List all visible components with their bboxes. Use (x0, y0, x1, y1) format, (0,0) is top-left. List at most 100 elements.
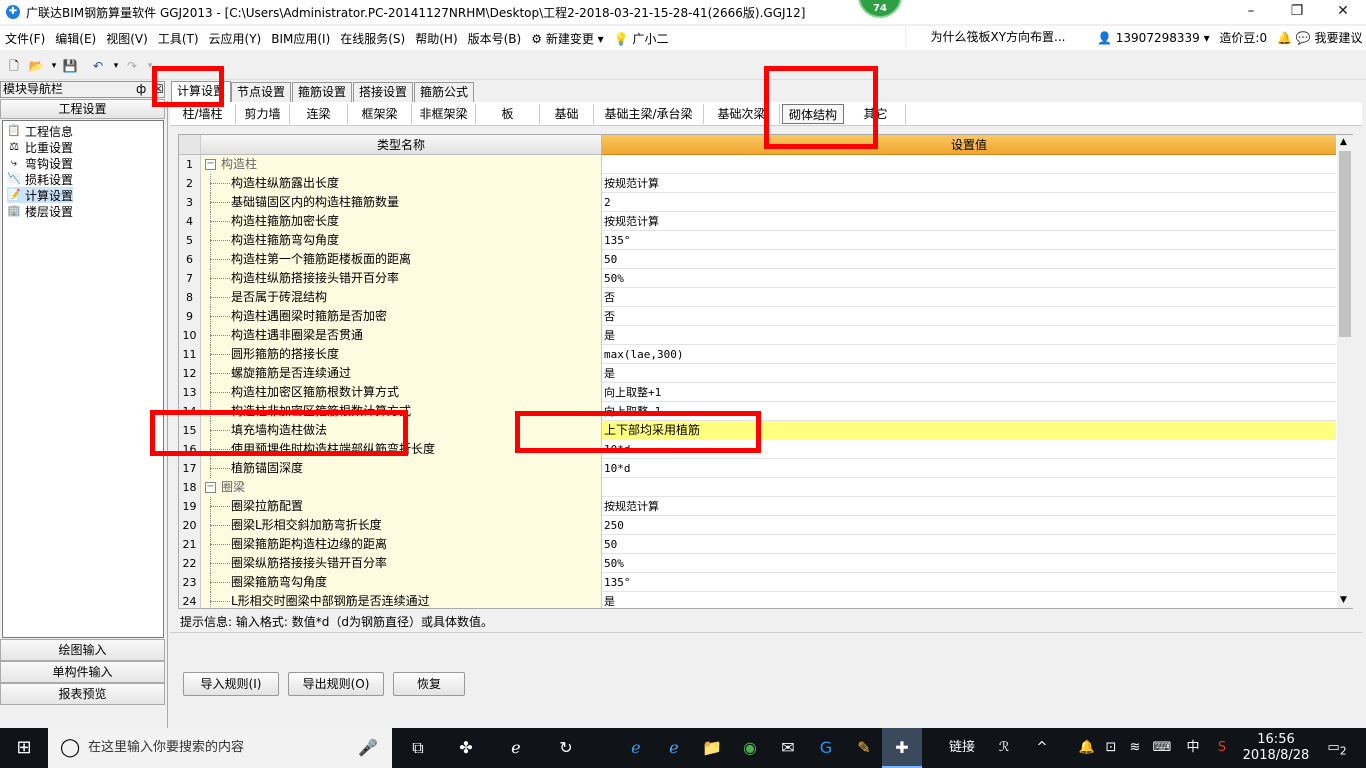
nav-single-component-input[interactable]: 单构件输入 (0, 661, 165, 683)
nav-item-project-info[interactable]: 📋 工程信息 (7, 123, 73, 139)
row-setting-value[interactable]: 向上取整+1 (602, 383, 1336, 402)
table-row[interactable]: 7 构造柱纵筋搭接接头错开百分率 50% (179, 269, 1336, 288)
export-rules-button[interactable]: 导出规则(O) (288, 672, 384, 696)
menu-cloud[interactable]: 云应用(Y) (204, 30, 267, 47)
undo-dropdown-icon[interactable]: ▾ (108, 58, 124, 74)
open-folder-icon[interactable]: 📂 (28, 58, 44, 74)
tab-coupling-beam[interactable]: 连梁 (290, 104, 348, 124)
tab-foundation-main-beam[interactable]: 基础主梁/承台梁 (594, 104, 704, 124)
table-row[interactable]: 6 构造柱第一个箍筋距楼板面的距离 50 (179, 250, 1336, 269)
table-row[interactable]: 9 构造柱遇圈梁时箍筋是否加密 否 (179, 307, 1336, 326)
new-change-menu[interactable]: ⚙ 新建变更 ▾ (526, 30, 608, 47)
menu-online[interactable]: 在线服务(S) (335, 30, 410, 47)
glodon-app-icon[interactable]: ✚ (882, 728, 922, 768)
nav-drawing-input[interactable]: 绘图输入 (0, 639, 165, 661)
link-label[interactable]: 链接 (940, 728, 984, 768)
minimize-button[interactable]: – (1228, 0, 1274, 24)
tab-shear-wall[interactable]: 剪力墙 (236, 104, 290, 124)
table-row[interactable]: 24 L形相交时圈梁中部钢筋是否连续通过 是 (179, 592, 1336, 608)
header-setting-value[interactable]: 设置值 (602, 135, 1336, 155)
row-setting-value[interactable]: 上下部均采用植筋 (602, 421, 1336, 440)
sogou-icon[interactable]: S (1210, 728, 1234, 768)
tab-masonry-structure[interactable]: 砌体结构 (782, 104, 844, 124)
mail-icon[interactable]: ✉ (768, 728, 808, 768)
import-rules-button[interactable]: 导入规则(I) (183, 672, 279, 696)
bell-icon[interactable]: 🔔 (1277, 31, 1292, 45)
row-setting-value[interactable]: 是 (602, 326, 1336, 345)
menu-edit[interactable]: 编辑(E) (50, 30, 101, 47)
menu-bim[interactable]: BIM应用(I) (266, 30, 335, 47)
row-setting-value[interactable]: 50% (602, 269, 1336, 288)
table-row[interactable]: 3 基础锚固区内的构造柱箍筋数量 2 (179, 193, 1336, 212)
green-app-icon[interactable]: ◉ (730, 728, 770, 768)
row-setting-value[interactable]: 否 (602, 288, 1336, 307)
row-setting-value[interactable]: 10*d (602, 440, 1336, 459)
close-button[interactable]: ✕ (1320, 0, 1366, 24)
tab-non-frame-beam[interactable]: 非框架梁 (412, 104, 476, 124)
nav-item-calc-settings[interactable]: 📝 计算设置 (7, 187, 74, 203)
pin-icon[interactable]: ф (136, 82, 146, 97)
row-setting-value[interactable]: 按规范计算 (602, 212, 1336, 231)
table-row[interactable]: 22 圈梁纵筋搭接接头错开百分率 50% (179, 554, 1336, 573)
network-icon[interactable]: ⊡ (1100, 728, 1122, 768)
collapse-icon[interactable]: ☒ (153, 82, 164, 97)
table-row[interactable]: 16 使用预埋件时构造柱端部纵筋弯折长度 10*d (179, 440, 1336, 459)
tray-chevron-icon[interactable]: ^ (1030, 728, 1054, 768)
tab-stirrup-settings[interactable]: 箍筋设置 (292, 82, 353, 102)
wifi-icon[interactable]: ≋ (1124, 728, 1146, 768)
menu-tools[interactable]: 工具(T) (153, 30, 204, 47)
redo-dropdown-icon[interactable]: ▾ (142, 58, 158, 74)
row-setting-value[interactable]: 是 (602, 364, 1336, 383)
table-row[interactable]: 15 填充墙构造柱做法 上下部均采用植筋 (179, 421, 1336, 440)
ie-icon[interactable]: ℯ (654, 728, 694, 768)
edge-icon[interactable]: ℯ (496, 728, 536, 768)
guangxiaoer-menu[interactable]: 💡 广小二 (609, 30, 674, 47)
row-setting-value[interactable]: 按规范计算 (602, 174, 1336, 193)
new-file-icon[interactable]: 🗋 (6, 58, 22, 74)
row-setting-value[interactable]: 2 (602, 193, 1336, 212)
redo-icon[interactable]: ↷ (124, 58, 140, 74)
collapse-group-icon[interactable]: − (205, 482, 216, 493)
nav-item-floors[interactable]: 🏢 楼层设置 (7, 203, 73, 219)
save-icon[interactable]: 💾 (62, 58, 78, 74)
menu-file[interactable]: 文件(F) (0, 30, 50, 47)
header-type-name[interactable]: 类型名称 (201, 135, 602, 155)
notification-bell-icon[interactable]: 🔔 (1076, 728, 1098, 768)
windows-start-icon[interactable]: ⊞ (0, 728, 48, 768)
row-setting-value[interactable]: 向上取整-1 (602, 402, 1336, 421)
table-row[interactable]: 23 圈梁箍筋弯勾角度 135° (179, 573, 1336, 592)
tab-stirrup-formula[interactable]: 箍筋公式 (414, 82, 475, 102)
table-row[interactable]: 13 构造柱加密区箍筋根数计算方式 向上取整+1 (179, 383, 1336, 402)
row-setting-value[interactable] (602, 155, 1336, 174)
table-row[interactable]: 1− 构造柱 (179, 155, 1336, 174)
row-setting-value[interactable]: 50 (602, 250, 1336, 269)
nav-report-preview[interactable]: 报表预览 (0, 683, 165, 705)
scroll-down-icon[interactable]: ▼ (1340, 595, 1347, 605)
open-dropdown-icon[interactable]: ▾ (46, 58, 62, 74)
table-row[interactable]: 11 圆形箍筋的搭接长度 max(lae,300) (179, 345, 1336, 364)
task-view-icon[interactable]: ⧉ (398, 728, 438, 768)
row-setting-value[interactable]: 10*d (602, 459, 1336, 478)
table-row[interactable]: 8 是否属于砖混结构 否 (179, 288, 1336, 307)
zaojiadou-label[interactable]: 造价豆:0 (1219, 31, 1267, 45)
tab-calc-settings[interactable]: 计算设置 (171, 81, 232, 102)
table-row[interactable]: 20 圈梁L形相交斜加筋弯折长度 250 (179, 516, 1336, 535)
restore-button[interactable]: ❐ (1274, 0, 1320, 24)
row-setting-value[interactable]: 按规范计算 (602, 497, 1336, 516)
phone-number[interactable]: 13907298339 (1116, 31, 1200, 45)
table-row[interactable]: 4 构造柱箍筋加密长度 按规范计算 (179, 212, 1336, 231)
file-explorer-icon[interactable]: 📁 (692, 728, 732, 768)
action-center-icon[interactable]: ▭2 (1322, 728, 1352, 768)
tab-lap-settings[interactable]: 搭接设置 (353, 82, 414, 102)
menu-help[interactable]: 帮助(H) (410, 30, 462, 47)
microphone-icon[interactable]: 🎤 (358, 728, 378, 768)
notes-app-icon[interactable]: ✎ (844, 728, 884, 768)
row-setting-value[interactable]: 135° (602, 573, 1336, 592)
nav-section-title[interactable]: 工程设置 (0, 99, 165, 119)
undo-icon[interactable]: ↶ (90, 58, 106, 74)
row-setting-value[interactable]: 50% (602, 554, 1336, 573)
table-row[interactable]: 5 构造柱箍筋弯勾角度 135° (179, 231, 1336, 250)
menu-view[interactable]: 视图(V) (101, 30, 153, 47)
table-row[interactable]: 21 圈梁箍筋距构造柱边缘的距离 50 (179, 535, 1336, 554)
collapse-group-icon[interactable]: − (205, 159, 216, 170)
